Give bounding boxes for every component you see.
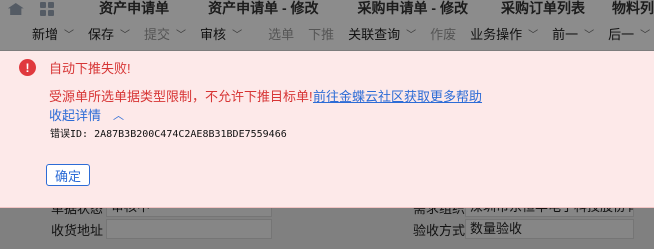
error-message: 受源单所选单据类型限制，不允许下推目标单! <box>49 89 313 104</box>
dialog-title: 自动下推失败! <box>49 61 131 76</box>
chevron-up-icon: ︿ <box>113 109 125 122</box>
help-link[interactable]: 前往金蝶云社区获取更多帮助 <box>313 86 482 105</box>
collapse-label: 收起详情 <box>49 108 102 123</box>
error-icon: ! <box>19 59 36 76</box>
error-id: 错误ID: 2A87B3B200C474C2AE8B31BDE7559466 <box>50 129 287 140</box>
confirm-button[interactable]: 确定 <box>46 164 90 186</box>
collapse-details-toggle[interactable]: 收起详情 ︿ <box>49 105 124 124</box>
error-dialog: ! 自动下推失败! 受源单所选单据类型限制，不允许下推目标单! 前往金蝶云社区获… <box>0 51 654 208</box>
dialog-header: ! 自动下推失败! <box>19 58 131 77</box>
